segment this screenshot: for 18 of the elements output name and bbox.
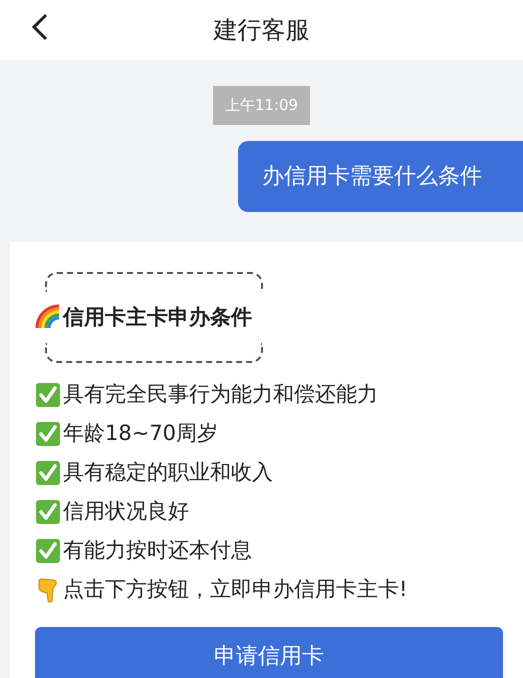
page-title: 建行客服 — [214, 15, 310, 46]
checkmark-icon — [35, 420, 61, 446]
back-icon[interactable] — [30, 12, 50, 42]
condition-text: 年龄18~70周岁 — [63, 420, 218, 447]
checkmark-icon — [35, 382, 61, 408]
condition-text: 点击下方按钮，立即申办信用卡主卡! — [63, 576, 408, 603]
checkmark-icon — [35, 460, 61, 486]
rainbow-icon — [35, 304, 61, 330]
condition-text: 信用状况良好 — [63, 498, 189, 525]
condition-text: 具有完全民事行为能力和偿还能力 — [63, 380, 378, 408]
condition-text: 具有稳定的职业和收入 — [63, 458, 273, 486]
apply-card-button[interactable]: 申请信用卡 — [35, 627, 503, 678]
user-message-bubble: 办信用卡需要什么条件 — [238, 140, 523, 212]
card-title: 信用卡主卡申办条件 — [63, 304, 252, 330]
timestamp: 上午11:09 — [212, 86, 310, 124]
condition-text: 有能力按时还本付息 — [63, 536, 252, 564]
checkmark-icon — [35, 498, 61, 524]
checkmark-icon — [35, 538, 61, 564]
